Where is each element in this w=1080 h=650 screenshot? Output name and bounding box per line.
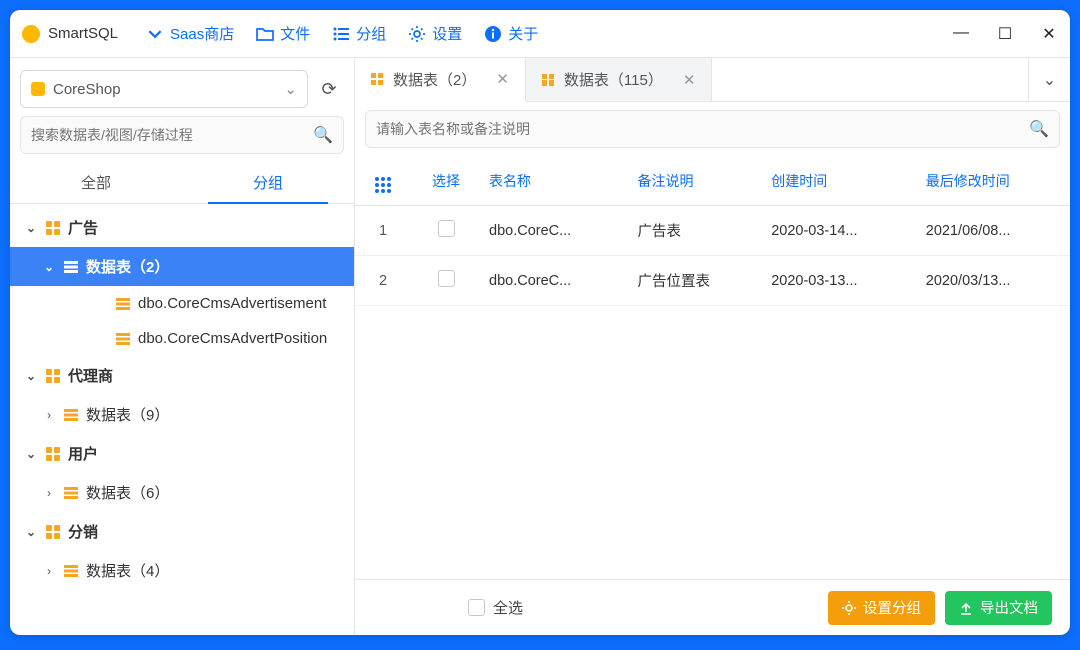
tree-group-user[interactable]: ⌄ 用户 (10, 434, 354, 473)
tree-group-agent[interactable]: ⌄ 代理商 (10, 356, 354, 395)
menu-saas[interactable]: Saas商店 (146, 23, 234, 44)
group-icon (46, 369, 60, 383)
tab-icon (371, 73, 383, 85)
window-controls: — ☐ ✕ (952, 24, 1058, 44)
panel-tab-active[interactable]: 数据表（2） ✕ (355, 58, 526, 102)
table-icon (64, 409, 78, 421)
table: 选择 表名称 备注说明 创建时间 最后修改时间 1 dbo.CoreC... (355, 156, 1070, 579)
titlebar: SmartSQL Saas商店 文件 分组 设置 关于 (10, 10, 1070, 58)
menu-group[interactable]: 分组 (332, 23, 386, 44)
tab-grouped[interactable]: 分组 (182, 162, 354, 203)
tree-node-tables-2[interactable]: ⌄ 数据表（2） (10, 247, 354, 286)
info-icon (484, 25, 502, 43)
export-icon (959, 601, 973, 615)
tree-group-dist[interactable]: ⌄ 分销 (10, 512, 354, 551)
group-icon (46, 447, 60, 461)
search-icon: 🔍 (313, 125, 333, 145)
select-all[interactable]: 全选 (468, 597, 523, 618)
grid-icon (375, 177, 391, 193)
caret-down-icon: ⌄ (24, 369, 38, 383)
table-search[interactable]: 🔍 (365, 110, 1060, 148)
folder-icon (256, 25, 274, 43)
caret-down-icon: ⌄ (24, 221, 38, 235)
database-icon (31, 82, 45, 96)
col-created[interactable]: 创建时间 (763, 156, 918, 206)
menu-file[interactable]: 文件 (256, 23, 310, 44)
tree-leaf-advertisement[interactable]: dbo.CoreCmsAdvertisement (10, 286, 354, 321)
caret-down-icon: ⌄ (42, 260, 56, 274)
set-group-button[interactable]: 设置分组 (828, 591, 935, 625)
col-index[interactable] (355, 156, 411, 206)
main-panel: 数据表（2） ✕ 数据表（115） ✕ ⌄ 🔍 (355, 58, 1070, 635)
caret-right-icon: › (42, 486, 56, 500)
group-icon (46, 525, 60, 539)
app-title-text: SmartSQL (48, 25, 118, 42)
list-icon (332, 25, 350, 43)
panel-tab-115[interactable]: 数据表（115） ✕ (526, 58, 713, 101)
database-name: CoreShop (53, 81, 121, 98)
table-icon (116, 298, 130, 310)
tab-expand-button[interactable]: ⌄ (1028, 58, 1070, 101)
minimize-button[interactable]: — (952, 24, 970, 44)
table-icon (64, 261, 78, 273)
tab-icon (542, 74, 554, 86)
database-select[interactable]: CoreShop ⌄ (20, 70, 308, 108)
app-window: SmartSQL Saas商店 文件 分组 设置 关于 (10, 10, 1070, 635)
caret-right-icon: › (42, 408, 56, 422)
table-search-input[interactable] (376, 121, 1029, 137)
select-all-checkbox[interactable] (468, 599, 485, 616)
menu-bar: Saas商店 文件 分组 设置 关于 (146, 23, 538, 44)
table-row[interactable]: 1 dbo.CoreC... 广告表 2020-03-14... 2021/06… (355, 206, 1070, 256)
table-icon (64, 565, 78, 577)
menu-settings[interactable]: 设置 (408, 23, 462, 44)
app-logo-icon (22, 25, 40, 43)
tree-node-tables-9[interactable]: › 数据表（9） (10, 395, 354, 434)
maximize-button[interactable]: ☐ (996, 24, 1014, 44)
caret-right-icon: › (42, 564, 56, 578)
close-button[interactable]: ✕ (1040, 24, 1058, 44)
row-checkbox[interactable] (438, 270, 455, 287)
sidebar-search-input[interactable] (31, 127, 313, 143)
search-icon: 🔍 (1029, 119, 1049, 139)
col-select[interactable]: 选择 (411, 156, 481, 206)
close-icon[interactable]: ✕ (683, 71, 696, 89)
caret-down-icon: ⌄ (24, 525, 38, 539)
col-modified[interactable]: 最后修改时间 (918, 156, 1070, 206)
sidebar-tabs: 全部 分组 (10, 162, 354, 204)
chevron-down-icon (146, 25, 164, 43)
sidebar-search[interactable]: 🔍 (20, 116, 344, 154)
export-button[interactable]: 导出文档 (945, 591, 1052, 625)
app-title: SmartSQL (22, 25, 118, 43)
refresh-button[interactable]: ⟳ (314, 74, 344, 104)
footer-bar: 全选 设置分组 导出文档 (355, 579, 1070, 635)
sidebar: CoreShop ⌄ ⟳ 🔍 全部 分组 ⌄ 广告 (10, 58, 355, 635)
menu-about[interactable]: 关于 (484, 23, 538, 44)
tree: ⌄ 广告 ⌄ 数据表（2） dbo.CoreCmsAdvertisement d… (10, 204, 354, 635)
tree-node-tables-4[interactable]: › 数据表（4） (10, 551, 354, 590)
table-row[interactable]: 2 dbo.CoreC... 广告位置表 2020-03-13... 2020/… (355, 256, 1070, 306)
close-icon[interactable]: ✕ (496, 70, 509, 88)
table-icon (116, 333, 130, 345)
tree-leaf-advertposition[interactable]: dbo.CoreCmsAdvertPosition (10, 321, 354, 356)
row-checkbox[interactable] (438, 220, 455, 237)
col-name[interactable]: 表名称 (481, 156, 629, 206)
tab-all[interactable]: 全部 (10, 162, 182, 203)
tree-group-ads[interactable]: ⌄ 广告 (10, 208, 354, 247)
group-icon (46, 221, 60, 235)
tree-node-tables-6[interactable]: › 数据表（6） (10, 473, 354, 512)
col-remark[interactable]: 备注说明 (629, 156, 763, 206)
panel-tabs: 数据表（2） ✕ 数据表（115） ✕ ⌄ (355, 58, 1070, 102)
caret-down-icon: ⌄ (24, 447, 38, 461)
gear-icon (842, 601, 856, 615)
table-icon (64, 487, 78, 499)
chevron-down-icon: ⌄ (284, 80, 297, 98)
gear-icon (408, 25, 426, 43)
